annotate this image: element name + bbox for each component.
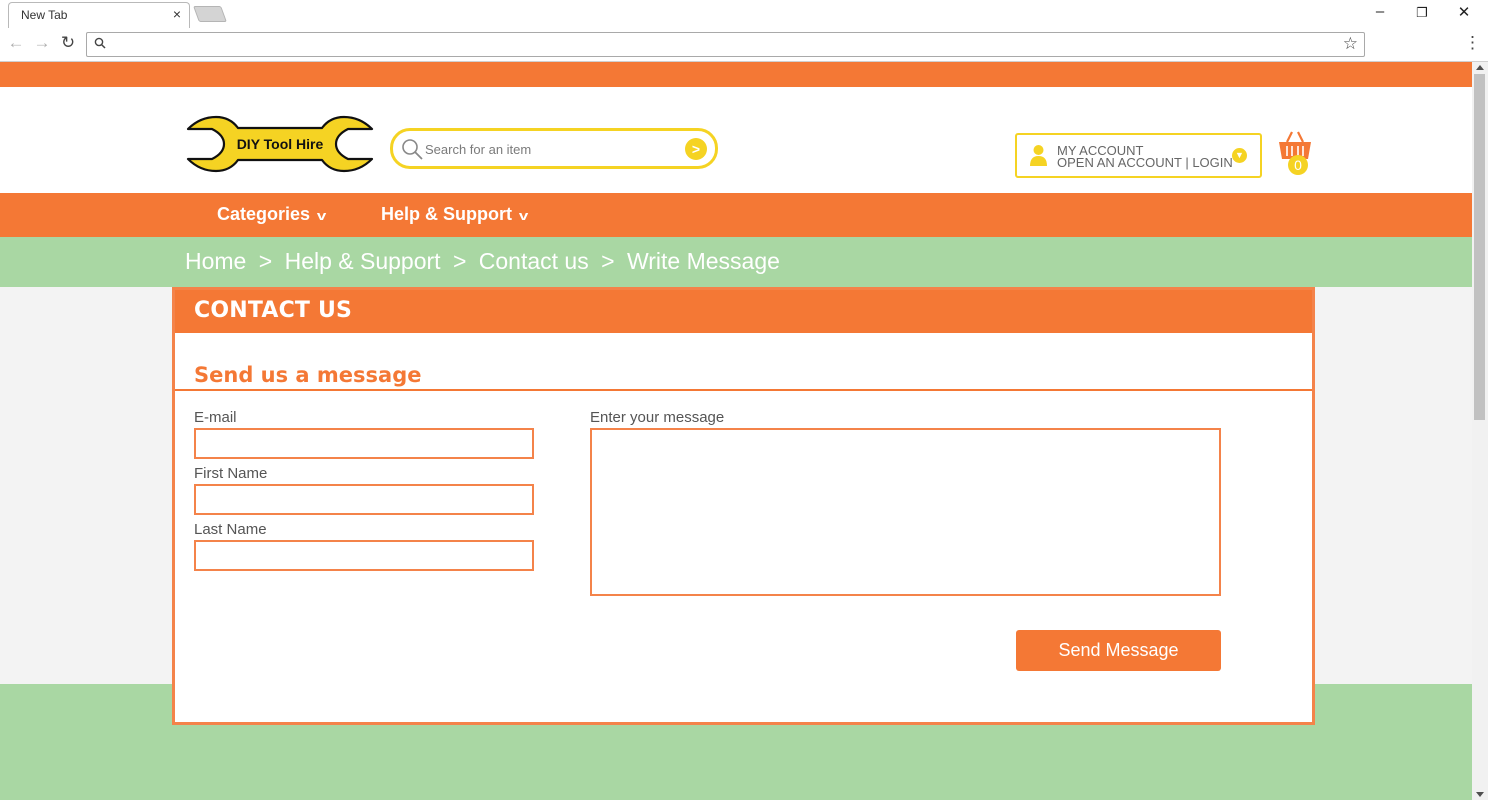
browser-menu-icon[interactable]: ⋮ [1464, 33, 1481, 53]
account-menu[interactable]: MY ACCOUNT OPEN AN ACCOUNT | LOGIN ▼ [1015, 133, 1262, 178]
first-name-field[interactable] [194, 484, 534, 515]
breadcrumb-help-support[interactable]: Help & Support [285, 248, 441, 274]
send-message-button[interactable]: Send Message [1016, 630, 1221, 671]
page-title: CONTACT US [194, 298, 353, 323]
breadcrumb-write-message: Write Message [626, 248, 780, 274]
last-name-label: Last Name [194, 521, 267, 538]
web-page: DIY Tool Hire > MY ACCOUNT OPEN AN ACCOU… [0, 62, 1472, 800]
message-field[interactable] [590, 428, 1221, 596]
email-label: E-mail [194, 409, 237, 426]
nav-categories-label: Categories [217, 204, 311, 224]
form-subtitle: Send us a message [194, 363, 422, 387]
cart-button[interactable]: 0 [1278, 131, 1312, 175]
last-name-field[interactable] [194, 540, 534, 571]
first-name-label: First Name [194, 465, 268, 482]
breadcrumb-contact-us[interactable]: Contact us [479, 248, 589, 274]
breadcrumb-separator: > [601, 248, 615, 274]
top-accent-bar [0, 62, 1472, 87]
email-field[interactable] [194, 428, 534, 459]
message-label: Enter your message [590, 409, 725, 426]
cart-count-badge: 0 [1288, 155, 1308, 175]
brand-name: DIY Tool Hire [237, 136, 324, 152]
logo-wrench-icon[interactable]: DIY Tool Hire [186, 115, 374, 173]
breadcrumb-bar: Home > Help & Support > Contact us > Wri… [0, 237, 1472, 287]
breadcrumb-separator: > [258, 248, 273, 274]
open-account-login-link[interactable]: OPEN AN ACCOUNT | LOGIN [1057, 155, 1233, 170]
chevron-down-icon: v [518, 208, 529, 223]
breadcrumb-separator: > [452, 248, 467, 274]
bookmark-star-icon[interactable]: ☆ [1343, 34, 1358, 54]
scroll-down-arrow-icon[interactable] [1476, 792, 1484, 797]
main-nav: Categories v Help & Support v [0, 193, 1472, 237]
browser-tabstrip: New Tab × – ❐ ✕ [0, 0, 1488, 28]
page-scrollbar[interactable] [1472, 62, 1488, 800]
user-icon [1030, 145, 1047, 166]
site-header: DIY Tool Hire > MY ACCOUNT OPEN AN ACCOU… [0, 87, 1472, 193]
minimize-icon[interactable]: – [1365, 3, 1395, 20]
breadcrumb: Home > Help & Support > Contact us > Wri… [185, 248, 780, 275]
new-tab-button[interactable] [193, 6, 227, 22]
breadcrumb-home[interactable]: Home [185, 248, 246, 274]
window-close-icon[interactable]: ✕ [1449, 3, 1479, 21]
search-input[interactable] [425, 140, 675, 158]
search-bar[interactable]: > [390, 128, 718, 169]
search-icon [94, 37, 106, 49]
address-bar[interactable]: ☆ [86, 32, 1365, 57]
reload-icon[interactable]: ↻ [58, 33, 78, 53]
restore-icon[interactable]: ❐ [1407, 5, 1437, 21]
back-arrow-icon[interactable]: ← [6, 33, 26, 53]
browser-toolbar: ← → ↻ ☆ ⋮ [0, 28, 1488, 62]
nav-categories[interactable]: Categories v [217, 204, 327, 225]
contact-form-card: CONTACT US Send us a message E-mail Firs… [172, 287, 1315, 725]
scrollbar-thumb[interactable] [1474, 74, 1485, 420]
chevron-down-icon: ▼ [1232, 148, 1247, 163]
card-header: CONTACT US [175, 290, 1312, 333]
url-input[interactable] [111, 36, 1331, 53]
search-icon [402, 139, 423, 160]
tab-title: New Tab [21, 8, 68, 22]
nav-help-support-label: Help & Support [381, 204, 512, 224]
search-submit-icon[interactable]: > [685, 138, 707, 160]
scroll-up-arrow-icon[interactable] [1476, 65, 1484, 70]
chevron-down-icon: v [316, 208, 327, 223]
nav-help-support[interactable]: Help & Support v [381, 204, 529, 225]
browser-tab[interactable]: New Tab × [8, 2, 190, 28]
close-tab-icon[interactable]: × [173, 6, 181, 22]
divider [175, 389, 1312, 391]
forward-arrow-icon[interactable]: → [32, 33, 52, 53]
